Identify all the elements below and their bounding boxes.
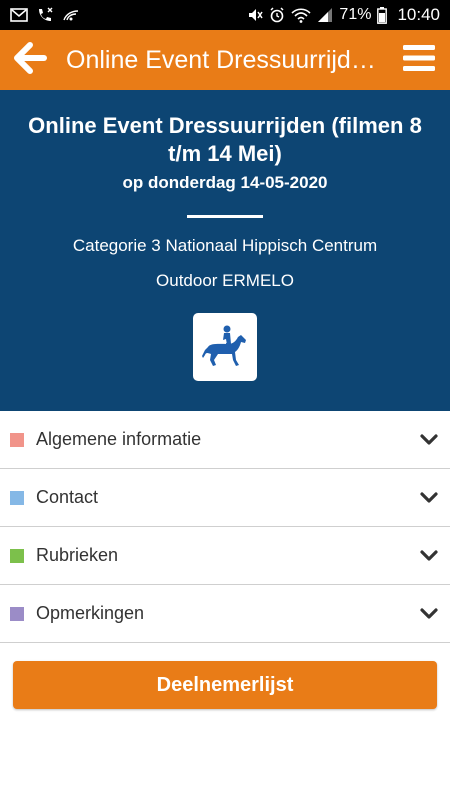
chevron-down-icon[interactable] [418,429,440,451]
clock-time: 10:40 [397,5,440,24]
section-list: Algemene informatie Contact Rubrieken Op… [0,411,450,643]
wifi-calling-icon [62,8,80,22]
section-color-marker [10,490,24,505]
section-label: Rubrieken [36,545,119,565]
section-algemene-informatie[interactable]: Algemene informatie [0,411,450,469]
hamburger-menu-icon [402,44,436,77]
app-toolbar: Online Event Dressuurrijden … [0,30,450,90]
mute-icon [247,7,264,23]
battery-percent: 71% [339,6,372,23]
chevron-down-icon[interactable] [418,487,440,509]
arrow-left-icon [13,41,47,79]
header-divider [187,215,263,218]
section-label: Algemene informatie [36,429,202,449]
alarm-icon [269,7,285,23]
section-color-marker [10,548,24,563]
section-rubrieken[interactable]: Rubrieken [0,527,450,585]
event-location: Outdoor ERMELO [156,271,294,290]
status-notifications [10,6,80,24]
section-label: Contact [36,487,99,507]
status-system: 71% 10:40 [247,5,440,25]
wifi-icon [291,7,311,23]
section-color-marker [10,432,24,447]
event-title: Online Event Dressuurrijden (filmen 8 t/… [28,113,422,166]
event-date: op donderdag 14-05-2020 [122,173,328,192]
battery-icon [377,6,388,24]
chevron-down-icon[interactable] [418,545,440,567]
section-label: Opmerkingen [36,603,145,623]
status-bar: 71% 10:40 [0,0,450,30]
back-button[interactable] [2,30,58,90]
toolbar-title: Online Event Dressuurrijden … [66,45,394,74]
dressage-horse-rider-icon [193,313,257,381]
event-header: Online Event Dressuurrijden (filmen 8 t/… [0,90,450,411]
mail-icon [10,8,28,22]
menu-button[interactable] [394,30,444,90]
missed-call-icon [36,6,54,24]
signal-icon [317,7,333,23]
chevron-down-icon[interactable] [418,603,440,625]
section-opmerkingen[interactable]: Opmerkingen [0,585,450,643]
section-color-marker [10,606,24,621]
participant-list-button[interactable]: Deelnemerlijst [13,661,437,709]
event-category: Categorie 3 Nationaal Hippisch Centrum [72,236,378,255]
section-contact[interactable]: Contact [0,469,450,527]
